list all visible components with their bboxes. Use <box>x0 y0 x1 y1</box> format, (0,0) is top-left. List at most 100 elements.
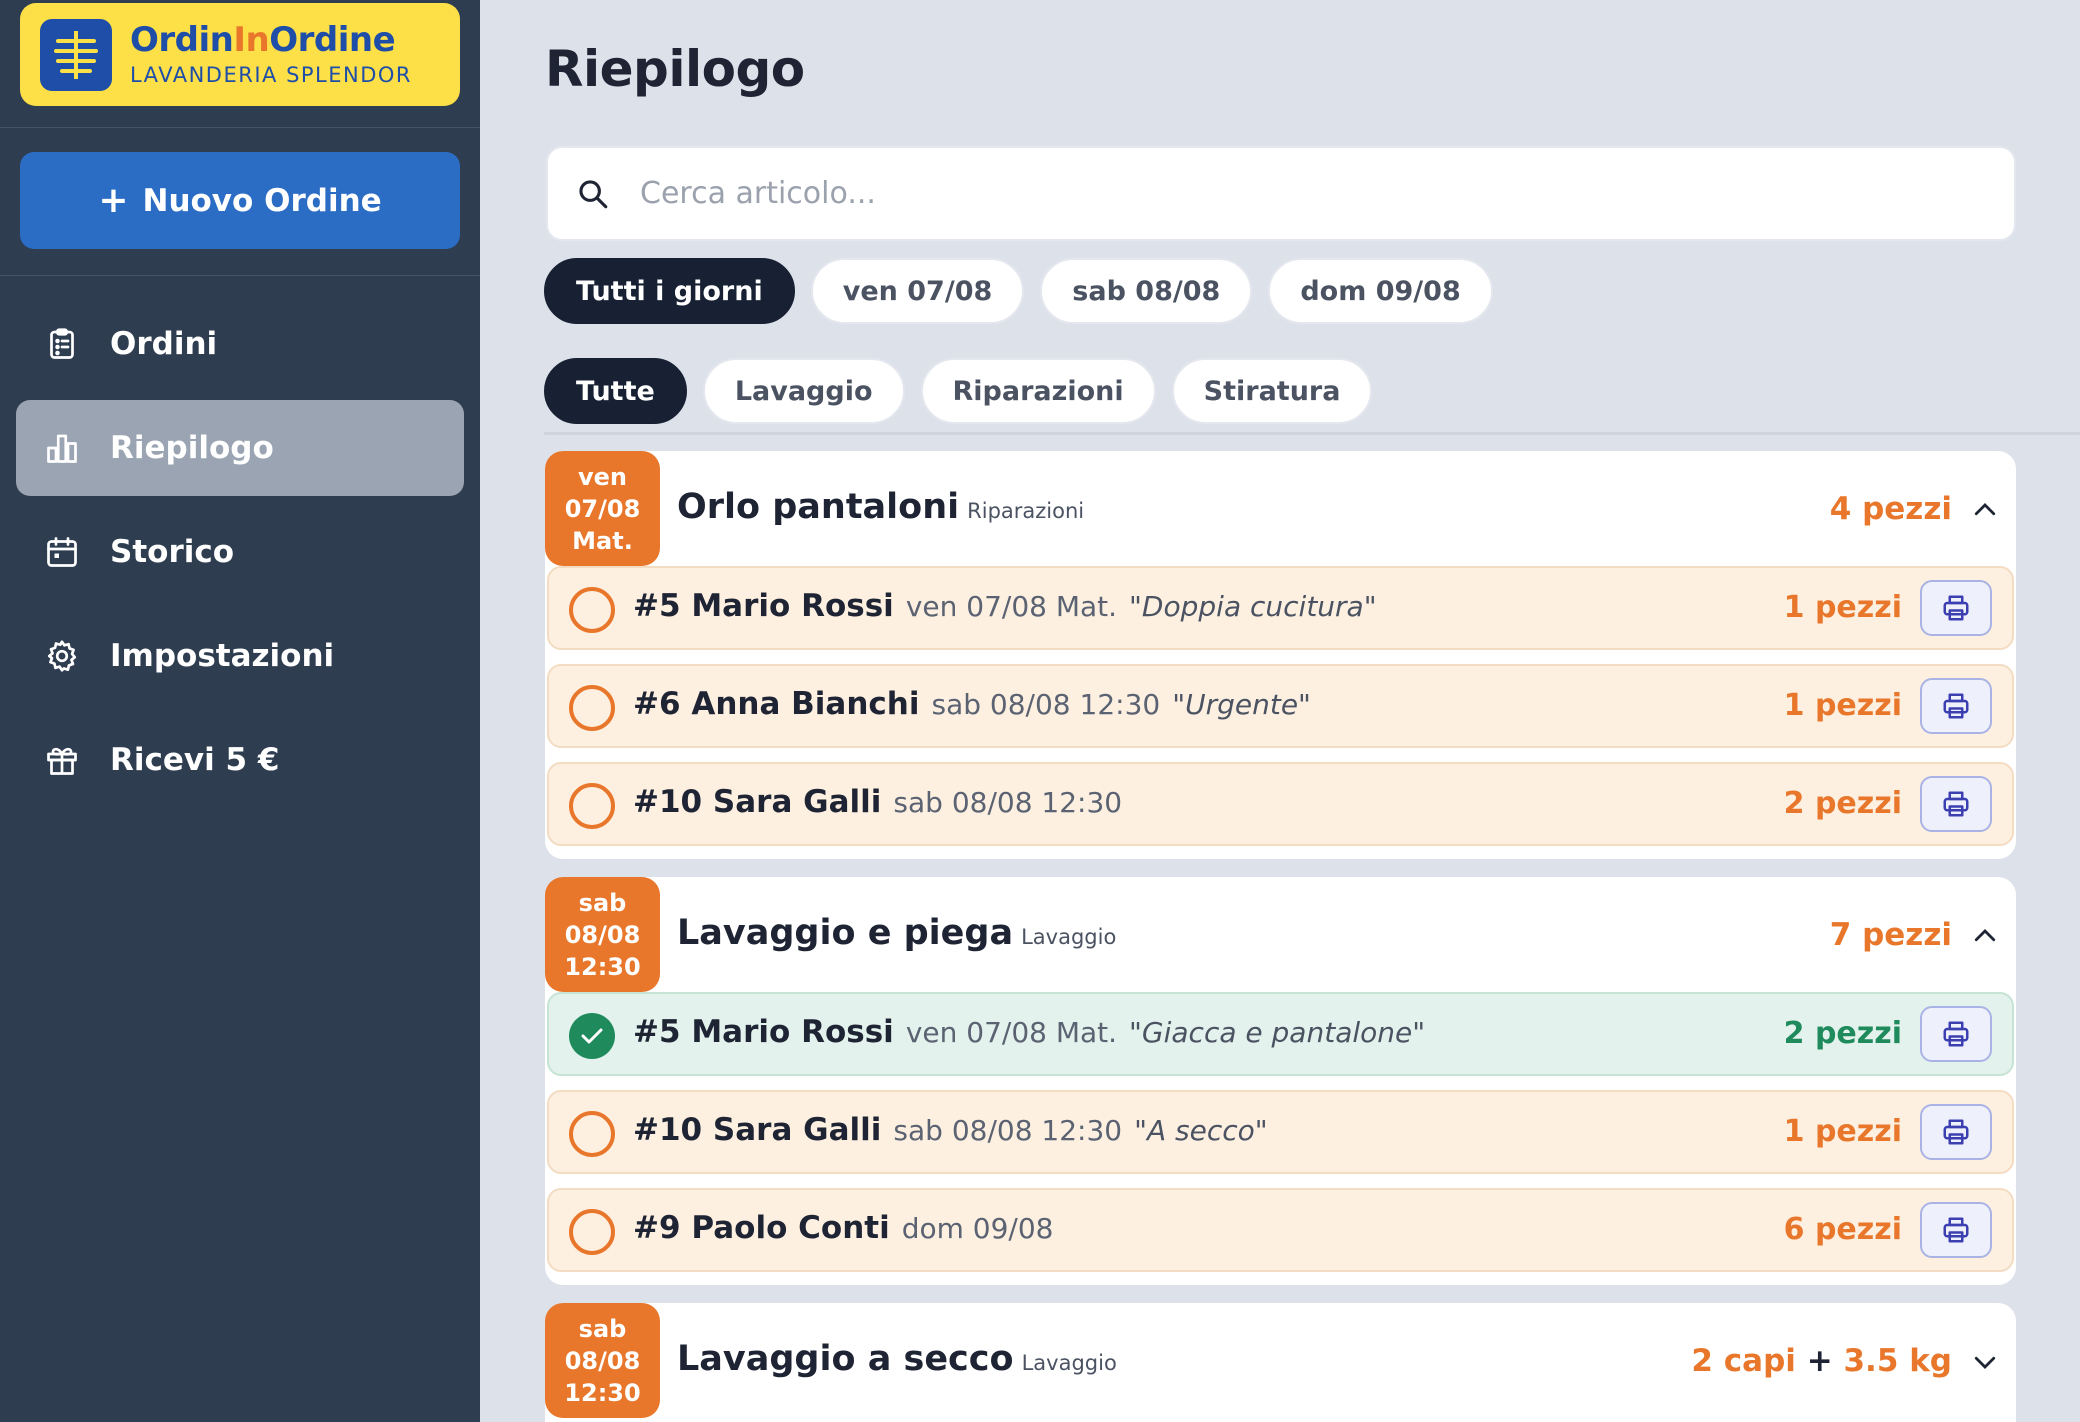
group-header[interactable]: ven 07/08 Mat. Orlo pantaloni Riparazioni 4… <box>545 451 2016 566</box>
row-note: "Urgente" <box>1172 688 1311 721</box>
row-note: "A secco" <box>1134 1114 1268 1147</box>
day-filter-bar: Tutti i giorni ven 07/08 sab 08/08 dom 0… <box>544 258 1493 324</box>
check-circle-icon[interactable] <box>569 1013 615 1059</box>
chevron-up-icon[interactable] <box>1970 495 2000 525</box>
row-quantity: 1 pezzi <box>1783 1114 1902 1149</box>
summary-group: sab 08/08 12:30 Lavaggio a secco Lavaggio 2… <box>545 1303 2016 1422</box>
sidebar-item-storico[interactable]: Storico <box>16 504 464 600</box>
printer-icon <box>1943 693 1969 719</box>
day-filter-all[interactable]: Tutti i giorni <box>544 258 795 324</box>
group-category: Riparazioni <box>967 499 1085 523</box>
row-date: ven 07/08 Mat. <box>905 1016 1118 1049</box>
sidebar-item-impostazioni[interactable]: Impostazioni <box>16 608 464 704</box>
group-title: Lavaggio e piega Lavaggio <box>677 913 1117 953</box>
group-total: 7 pezzi <box>1829 917 1952 953</box>
order-row[interactable]: #6 Anna Bianchi sab 08/08 12:30 "Urgente" … <box>547 664 2014 748</box>
row-date: sab 08/08 12:30 <box>931 688 1161 721</box>
new-order-button[interactable]: + Nuovo Ordine <box>20 152 460 249</box>
group-title: Lavaggio a secco Lavaggio <box>677 1339 1117 1379</box>
order-row[interactable]: #10 Sara Galli sab 08/08 12:30 "A secco" 1… <box>547 1090 2014 1174</box>
category-filter-lavaggio[interactable]: Lavaggio <box>702 358 905 424</box>
bar-chart-icon <box>47 434 77 463</box>
date-badge: ven 07/08 Mat. <box>545 451 660 566</box>
row-date: sab 08/08 12:30 <box>893 1114 1123 1147</box>
row-date: ven 07/08 Mat. <box>905 590 1118 623</box>
status-circle-icon[interactable] <box>569 783 615 829</box>
group-total: 2 capi + 3.5 kg <box>1691 1343 1952 1379</box>
row-customer: #9 Paolo Conti <box>633 1210 890 1246</box>
search-input[interactable] <box>640 176 1940 211</box>
row-quantity: 1 pezzi <box>1783 688 1902 723</box>
group-title: Orlo pantaloni Riparazioni <box>677 487 1085 527</box>
sidebar-divider <box>0 275 480 276</box>
row-customer: #6 Anna Bianchi <box>633 686 920 722</box>
group-category: Lavaggio <box>1021 1351 1117 1375</box>
gear-icon <box>47 640 77 672</box>
printer-icon <box>1943 1021 1969 1047</box>
category-filter-stiratura[interactable]: Stiratura <box>1171 358 1373 424</box>
date-badge: sab 08/08 12:30 <box>545 877 660 992</box>
sidebar-item-label: Riepilogo <box>110 430 274 466</box>
chevron-down-icon[interactable] <box>1970 1347 2000 1377</box>
brand-logo[interactable]: OrdinInOrdine LAVANDERIA SPLENDOR <box>20 3 460 106</box>
clipboard-icon <box>50 328 74 359</box>
row-note: "Giacca e pantalone" <box>1129 1016 1426 1049</box>
category-filter-riparazioni[interactable]: Riparazioni <box>920 358 1156 424</box>
order-row[interactable]: #10 Sara Galli sab 08/08 12:30 2 pezzi <box>547 762 2014 846</box>
search-bar[interactable] <box>546 146 2016 241</box>
print-button[interactable] <box>1920 678 1992 734</box>
print-button[interactable] <box>1920 1006 1992 1062</box>
row-note: "Doppia cucitura" <box>1129 590 1377 623</box>
print-button[interactable] <box>1920 580 1992 636</box>
day-filter-fri[interactable]: ven 07/08 <box>810 258 1025 324</box>
row-quantity: 2 pezzi <box>1783 786 1902 821</box>
row-date: sab 08/08 12:30 <box>893 786 1123 819</box>
page-title: Riepilogo <box>545 40 805 98</box>
order-row[interactable]: #5 Mario Rossi ven 07/08 Mat. "Doppia cuci… <box>547 566 2014 650</box>
logo-hanger-icon <box>40 18 112 91</box>
row-quantity: 1 pezzi <box>1783 590 1902 625</box>
sidebar-item-label: Impostazioni <box>110 638 335 674</box>
row-customer: #10 Sara Galli <box>633 1112 882 1148</box>
category-filter-all[interactable]: Tutte <box>544 358 687 424</box>
group-category: Lavaggio <box>1021 925 1117 949</box>
summary-group: ven 07/08 Mat. Orlo pantaloni Riparazioni 4… <box>545 451 2016 859</box>
search-icon <box>579 179 608 208</box>
printer-icon <box>1943 791 1969 817</box>
group-header[interactable]: sab 08/08 12:30 Lavaggio a secco Lavaggio 2… <box>545 1303 2016 1418</box>
brand-subtitle: LAVANDERIA SPLENDOR <box>130 62 413 87</box>
category-filter-bar: Tutte Lavaggio Riparazioni Stiratura <box>544 358 1373 424</box>
print-button[interactable] <box>1920 776 1992 832</box>
sidebar-item-label: Ordini <box>110 326 218 362</box>
gift-icon <box>47 747 77 775</box>
status-circle-icon[interactable] <box>569 1111 615 1157</box>
chevron-up-icon[interactable] <box>1970 921 2000 951</box>
date-badge: sab 08/08 12:30 <box>545 1303 660 1418</box>
printer-icon <box>1943 595 1969 621</box>
sidebar-item-ordini[interactable]: Ordini <box>16 296 464 392</box>
print-button[interactable] <box>1920 1202 1992 1258</box>
row-date: dom 09/08 <box>901 1212 1054 1245</box>
status-circle-icon[interactable] <box>569 1209 615 1255</box>
order-row[interactable]: #9 Paolo Conti dom 09/08 6 pezzi <box>547 1188 2014 1272</box>
row-customer: #10 Sara Galli <box>633 784 882 820</box>
print-button[interactable] <box>1920 1104 1992 1160</box>
row-quantity: 6 pezzi <box>1783 1212 1902 1247</box>
printer-icon <box>1943 1119 1969 1145</box>
sidebar-divider <box>0 127 480 128</box>
sidebar-item-riepilogo[interactable]: Riepilogo <box>16 400 464 496</box>
group-header[interactable]: sab 08/08 12:30 Lavaggio e piega Lavaggio 7… <box>545 877 2016 992</box>
filter-divider <box>544 432 2080 435</box>
sidebar-item-ricevi[interactable]: Ricevi 5 € <box>16 712 464 808</box>
day-filter-sun[interactable]: dom 09/08 <box>1268 258 1493 324</box>
day-filter-sat[interactable]: sab 08/08 <box>1040 258 1253 324</box>
status-circle-icon[interactable] <box>569 587 615 633</box>
sidebar-item-label: Ricevi 5 € <box>110 742 280 778</box>
row-customer: #5 Mario Rossi <box>633 588 894 624</box>
sidebar-item-label: Storico <box>110 534 235 570</box>
order-row[interactable]: #5 Mario Rossi ven 07/08 Mat. "Giacca e pa… <box>547 992 2014 1076</box>
status-circle-icon[interactable] <box>569 685 615 731</box>
summary-group: sab 08/08 12:30 Lavaggio e piega Lavaggio 7… <box>545 877 2016 1285</box>
new-order-label: Nuovo Ordine <box>142 182 382 219</box>
plus-icon: + <box>98 180 129 221</box>
